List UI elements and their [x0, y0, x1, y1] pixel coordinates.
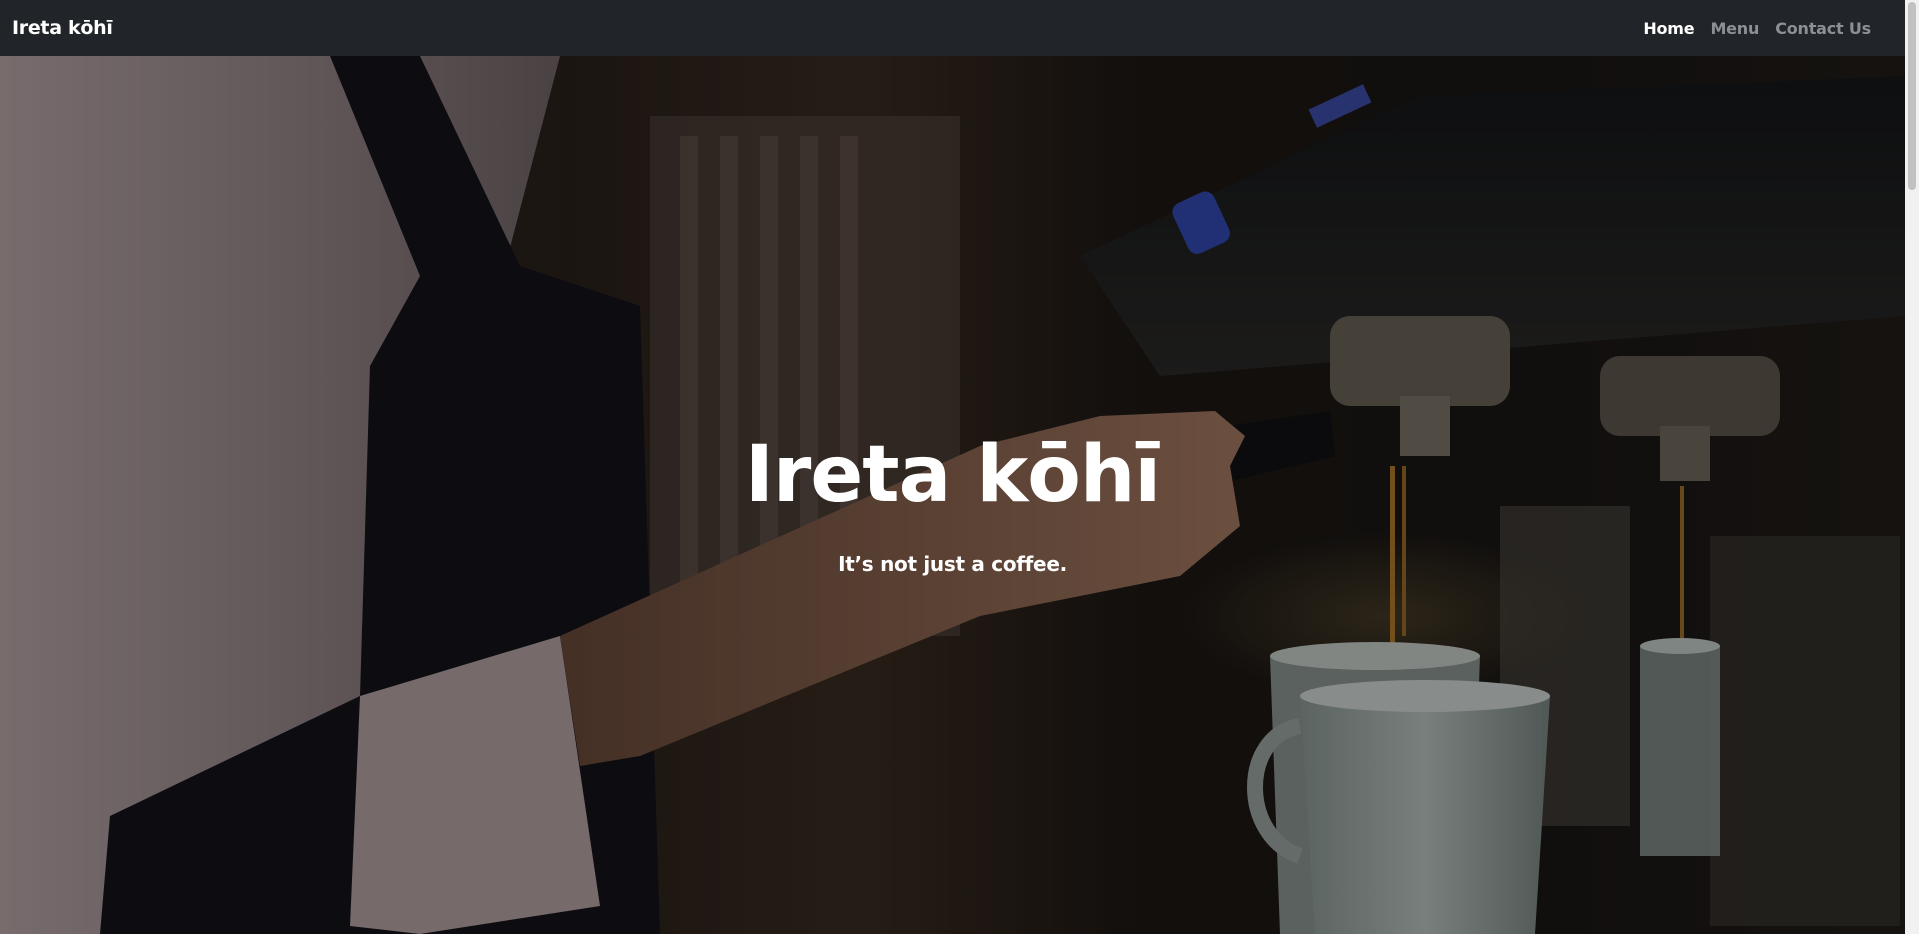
nav-link-home[interactable]: Home	[1643, 19, 1694, 38]
nav-links: Home Menu Contact Us	[1643, 19, 1871, 38]
navbar: Ireta kōhī Home Menu Contact Us	[0, 0, 1905, 56]
nav-link-menu[interactable]: Menu	[1710, 19, 1759, 38]
hero-content: Ireta kōhī It’s not just a coffee.	[0, 436, 1905, 576]
scrollbar-thumb[interactable]	[1908, 2, 1916, 190]
hero-title: Ireta kōhī	[744, 430, 1161, 520]
vertical-scrollbar[interactable]	[1905, 0, 1919, 934]
hero-subtitle: It’s not just a coffee.	[838, 552, 1067, 576]
page: Ireta kōhī Home Menu Contact Us Ireta kō…	[0, 0, 1919, 934]
viewport: Ireta kōhī Home Menu Contact Us Ireta kō…	[0, 0, 1905, 934]
nav-link-contact-us[interactable]: Contact Us	[1775, 19, 1871, 38]
hero-section: Ireta kōhī It’s not just a coffee.	[0, 56, 1905, 934]
brand-link[interactable]: Ireta kōhī	[12, 17, 113, 39]
